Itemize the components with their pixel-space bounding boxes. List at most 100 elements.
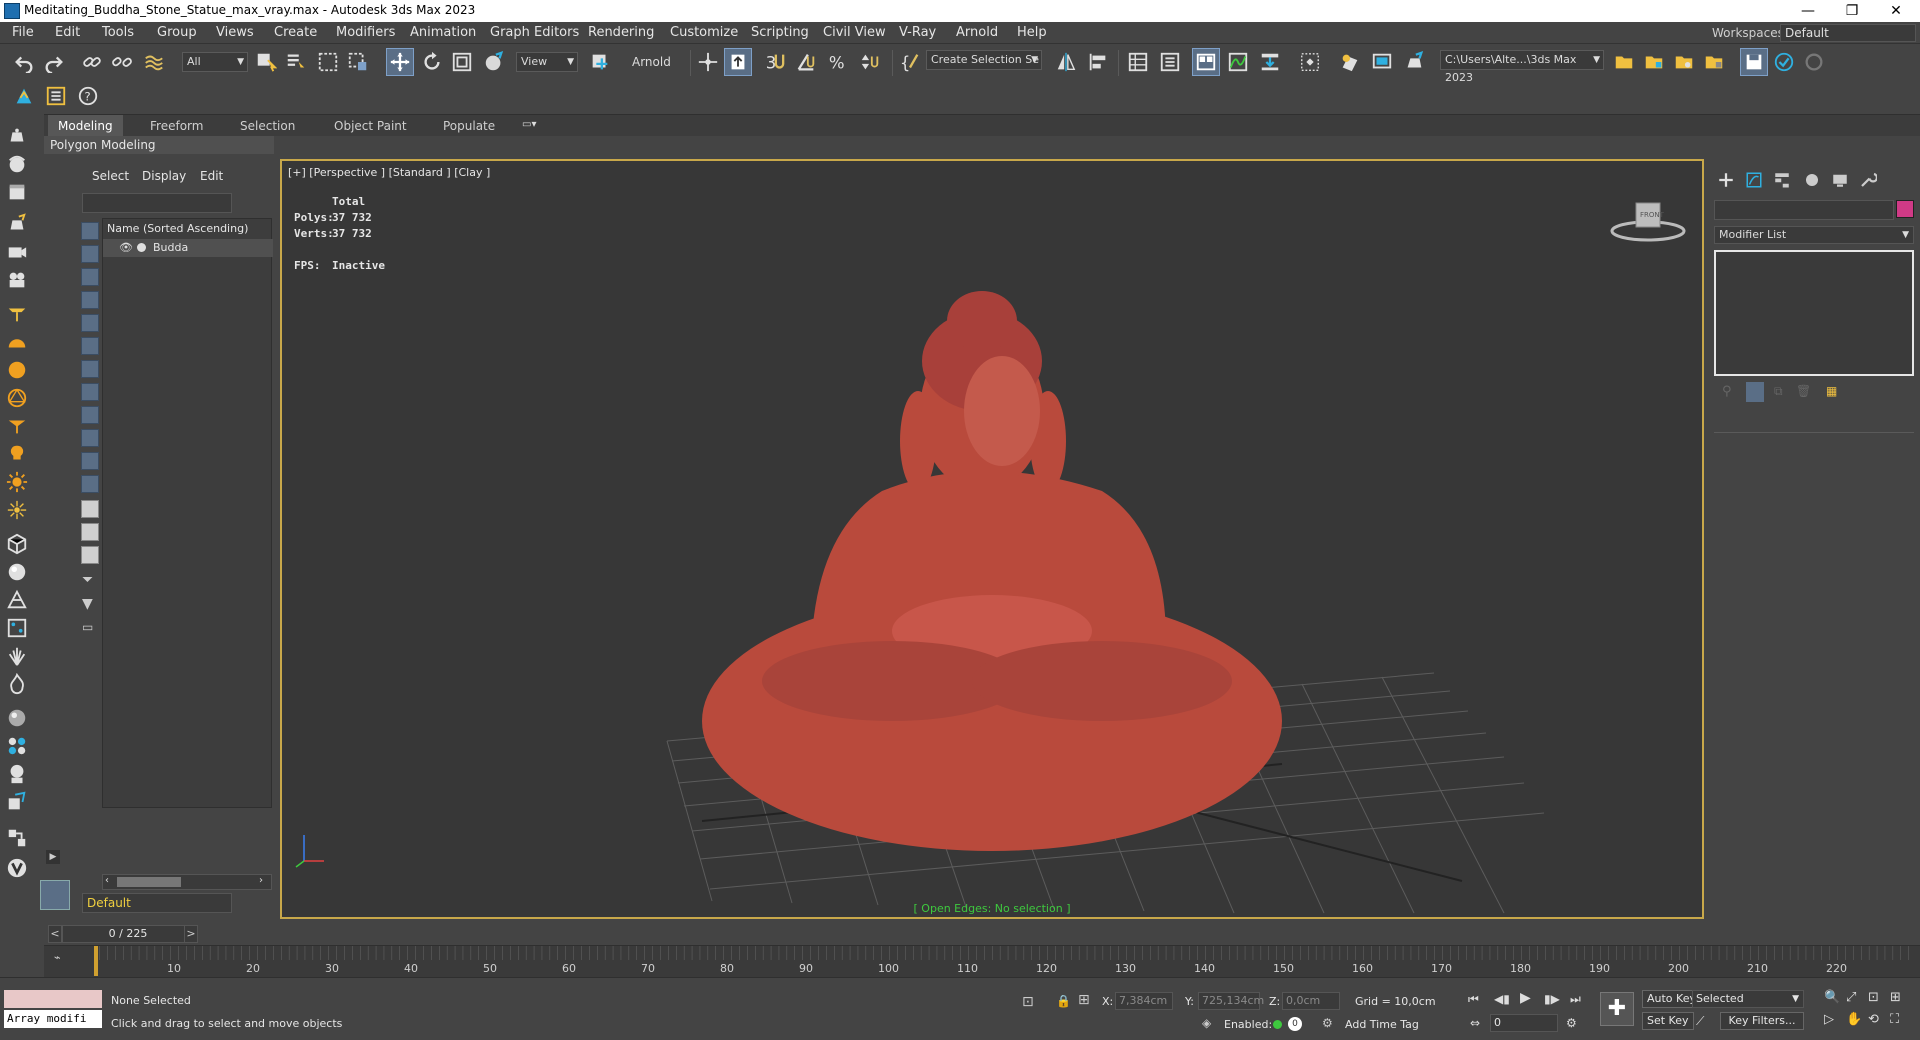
time-tag-icon[interactable]: ⚙ [1322, 1016, 1333, 1030]
material-sphere-icon[interactable] [5, 706, 29, 730]
column-header[interactable]: Name (Sorted Ascending) [103, 219, 273, 239]
menu-help[interactable]: Help [1017, 25, 1047, 40]
sphere-light-icon[interactable] [5, 358, 29, 382]
curve-editor-button[interactable] [1224, 48, 1252, 76]
layer-explorer-button[interactable] [1156, 48, 1184, 76]
unlink-button[interactable] [108, 48, 136, 76]
mini-curve-editor-icon[interactable]: ⌁ [54, 951, 61, 964]
sky-sun-icon[interactable] [5, 498, 29, 522]
zoom-all-icon[interactable]: ⤢ [1846, 990, 1856, 1005]
snaps-toggle-button[interactable]: 3 [760, 48, 788, 76]
isolate-selection-icon[interactable]: ⊡ [1022, 994, 1034, 1010]
expand-toolbar-icon[interactable]: ▶ [46, 850, 60, 864]
tab-selection[interactable]: Selection [230, 115, 305, 137]
scene-explorer-tab-edit[interactable]: Edit [200, 169, 223, 183]
orbit-icon[interactable]: ⟲ [1868, 1012, 1879, 1027]
time-configuration-icon[interactable]: ⚙ [1566, 1016, 1577, 1030]
current-frame-field[interactable]: 0 [1490, 1014, 1558, 1032]
character-icon[interactable] [5, 762, 29, 786]
play-icon[interactable]: ▶ [1520, 990, 1531, 1006]
display-bones-icon[interactable] [81, 406, 99, 424]
x-coordinate-field[interactable]: 7,384cm [1115, 992, 1173, 1010]
default-tangents-icon[interactable]: ⟋ [1696, 1014, 1704, 1029]
sphere-arrow-icon[interactable] [5, 152, 29, 176]
track-bar[interactable]: ⌁ 10 20 30 40 50 60 70 80 90 100 110 120 130 140 150 16… [44, 945, 1920, 977]
spot-light-icon[interactable] [5, 414, 29, 438]
display-containers-icon[interactable] [81, 429, 99, 447]
browse-project-button[interactable] [1640, 48, 1668, 76]
bulb-icon[interactable] [5, 442, 29, 466]
time-next-button[interactable]: > [184, 925, 198, 943]
chevron-left-icon[interactable]: ‹ [105, 875, 109, 886]
key-filters-button[interactable]: Key Filters... [1720, 1012, 1804, 1030]
mirror-button[interactable] [1052, 48, 1080, 76]
field-of-view-icon[interactable]: ▷ [1824, 1012, 1834, 1027]
named-selection-dropdown[interactable]: Create Selection Se ▼ [926, 50, 1042, 70]
render-teapot-icon[interactable] [5, 212, 29, 236]
menu-create[interactable]: Create [274, 25, 317, 40]
window-crossing-button[interactable] [344, 48, 372, 76]
menu-modifiers[interactable]: Modifiers [336, 25, 395, 40]
filter-icon[interactable]: ⏷ [82, 572, 93, 588]
viewport-perspective[interactable]: [+] [Perspective ] [Standard ] [Clay ] T… [280, 159, 1704, 919]
ref-coord-dropdown[interactable]: View ▼ [516, 52, 578, 72]
display-helpers-icon[interactable] [81, 314, 99, 332]
dome-light-icon[interactable] [5, 330, 29, 354]
menu-civil-view[interactable]: Civil View [823, 25, 886, 40]
object-color-swatch[interactable] [1896, 200, 1914, 218]
selection-lock-icon[interactable]: 🔒 [1056, 994, 1071, 1008]
create-tab-plus-icon[interactable] [1714, 168, 1738, 192]
undo-button[interactable] [10, 48, 38, 76]
display-hidden-icon[interactable] [81, 475, 99, 493]
tab-modeling[interactable]: Modeling [48, 115, 123, 137]
minimize-button[interactable]: — [1786, 0, 1830, 22]
motion-tab-icon[interactable] [1800, 168, 1824, 192]
maximize-viewport-icon[interactable]: ⛶ [1890, 1012, 1899, 1027]
time-slider[interactable]: 0 / 225 [62, 925, 194, 943]
display-geometry-icon[interactable] [81, 222, 99, 240]
zoom-extents-all-icon[interactable]: ⊞ [1890, 990, 1901, 1005]
menu-animation[interactable]: Animation [410, 25, 476, 40]
display-shapes-icon[interactable] [81, 245, 99, 263]
make-unique-icon[interactable]: ⧉ [1774, 384, 1783, 399]
pan-hand-icon[interactable]: ✋ [1846, 1012, 1862, 1027]
maxscript-listener-mini[interactable] [4, 990, 102, 1008]
configure-modifier-sets-icon[interactable]: ▦ [1826, 384, 1837, 398]
set-key-button[interactable]: Set Key [1642, 1012, 1694, 1030]
menu-graph-editors[interactable]: Graph Editors [490, 25, 579, 40]
menu-customize[interactable]: Customize [670, 25, 738, 40]
go-to-start-icon[interactable]: ⏮ [1468, 992, 1479, 1007]
selected-set-dropdown[interactable]: Selected ▼ [1692, 990, 1804, 1008]
select-and-scale-button[interactable] [448, 48, 476, 76]
display-spacewarps-icon[interactable] [81, 337, 99, 355]
link-button[interactable] [78, 48, 106, 76]
utilities-tab-wrench-icon[interactable] [1856, 168, 1880, 192]
menu-scripting[interactable]: Scripting [751, 25, 809, 40]
select-and-rotate-button[interactable] [418, 48, 446, 76]
select-object-button[interactable] [252, 48, 280, 76]
menu-vray[interactable]: V-Ray [899, 25, 936, 40]
schematic-view-button[interactable] [1256, 48, 1284, 76]
go-to-end-icon[interactable]: ⏭ [1570, 992, 1581, 1007]
validate-button[interactable] [1770, 48, 1798, 76]
display-groups-icon[interactable] [81, 360, 99, 378]
ribbon-options-icon[interactable]: ▭▾ [522, 119, 542, 133]
network-icon[interactable] [5, 826, 29, 850]
z-coordinate-field[interactable]: 0,0cm [1282, 992, 1340, 1010]
previous-frame-icon[interactable]: ◀▮ [1494, 992, 1510, 1006]
display-tab-icon[interactable] [1828, 168, 1852, 192]
select-by-name-button[interactable] [282, 48, 310, 76]
rect-selection-region-button[interactable] [314, 48, 342, 76]
menu-group[interactable]: Group [157, 25, 197, 40]
horizontal-scrollbar[interactable]: ‹ › [102, 874, 272, 890]
arnold-help-button[interactable]: ? [74, 82, 102, 110]
manipulate-button[interactable] [694, 48, 722, 76]
open-file-button[interactable] [1610, 48, 1638, 76]
save-project-button[interactable] [1740, 48, 1768, 76]
maxscript-input[interactable]: Array modifi [4, 1010, 102, 1028]
display-lights-icon[interactable] [81, 268, 99, 286]
light-icon[interactable] [5, 302, 29, 326]
render-setup-button[interactable] [1336, 48, 1364, 76]
remove-modifier-icon[interactable]: 🗑 [1796, 384, 1811, 398]
display-none-icon[interactable] [81, 523, 99, 541]
